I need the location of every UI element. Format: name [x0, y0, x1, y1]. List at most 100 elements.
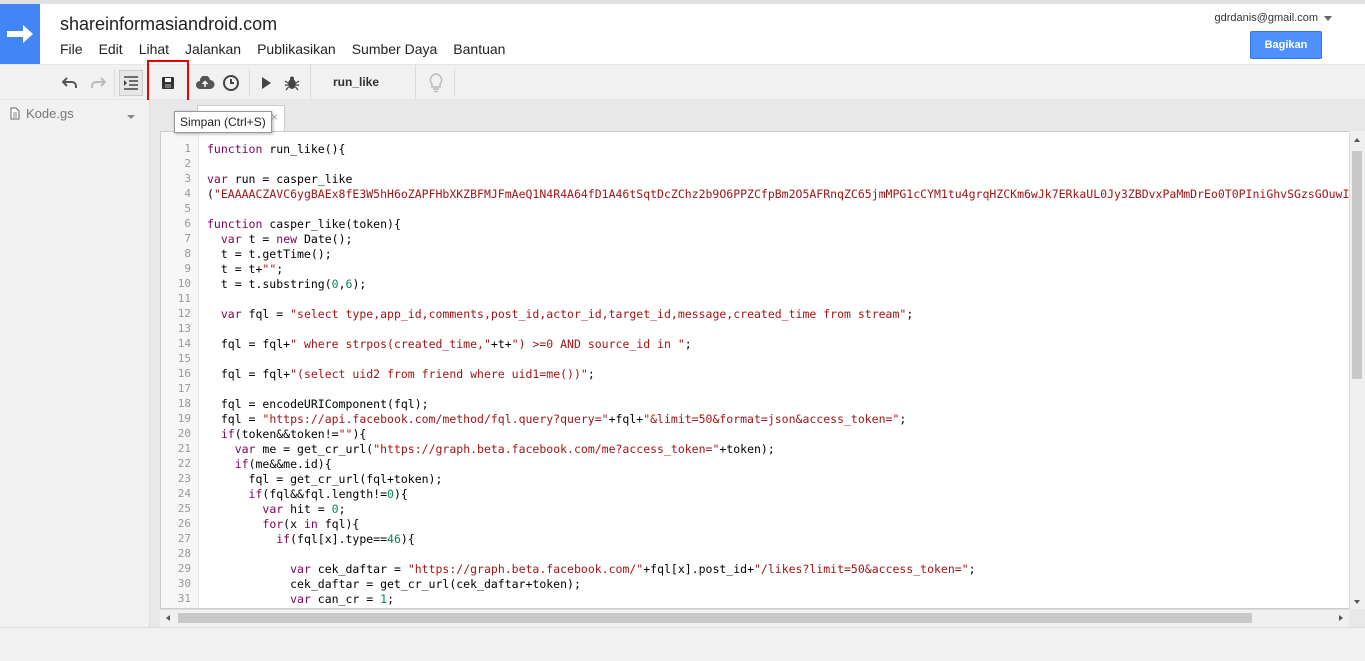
line-number: 22 — [177, 457, 191, 470]
menu-file[interactable]: File — [60, 41, 83, 57]
line-number: 6 — [184, 217, 191, 230]
code-line[interactable]: fql = fql+"(select uid2 from friend wher… — [207, 367, 1349, 382]
code-line[interactable]: function casper_like(token){ — [207, 217, 1349, 232]
debug-button[interactable] — [280, 70, 304, 96]
app-logo[interactable] — [0, 4, 40, 64]
line-number: 13 — [177, 322, 191, 335]
code-line[interactable]: ("EAAAACZAVC6ygBAEx8fE3W5hH6oZAPFHbXKZBF… — [207, 187, 1349, 202]
code-line[interactable]: t = t.getTime(); — [207, 247, 1349, 262]
line-number: 17 — [177, 382, 191, 395]
scroll-left-icon[interactable] — [163, 611, 173, 625]
code-editor[interactable]: 1 2 3 4 5 6 7 8 9 10 11 12 13 14 15 16 17 18 19 20 21 22 23 24 2… — [160, 131, 1365, 609]
menu-help[interactable]: Bantuan — [453, 41, 505, 57]
cloud-upload-icon — [196, 76, 215, 89]
scroll-up-icon[interactable] — [1350, 135, 1364, 145]
code-line[interactable]: var run = casper_like — [207, 172, 1349, 187]
triggers-button[interactable] — [219, 70, 243, 96]
code-line[interactable]: ​ — [207, 322, 1349, 337]
close-icon[interactable]: × — [271, 110, 278, 124]
toolbar-divider — [249, 69, 250, 97]
code-line[interactable]: t = t+""; — [207, 262, 1349, 277]
code-line[interactable]: ​ — [207, 547, 1349, 562]
line-number: 16 — [177, 367, 191, 380]
toolbar: run_like — [0, 64, 1365, 100]
horizontal-scrollbar[interactable] — [160, 609, 1349, 627]
code-line[interactable]: if(token&&token!=""){ — [207, 427, 1349, 442]
file-menu-chevron-icon[interactable] — [127, 115, 135, 119]
line-number: 26 — [177, 517, 191, 530]
project-title[interactable]: shareinformasiandroid.com — [60, 14, 277, 35]
chevron-down-icon — [1324, 15, 1332, 21]
menu-view[interactable]: Lihat — [139, 41, 169, 57]
code-line[interactable]: function run_like(){ — [207, 142, 1349, 157]
scroll-right-icon[interactable] — [1336, 611, 1346, 625]
code-line[interactable]: t = t.substring(0,6); — [207, 277, 1349, 292]
top-strip — [0, 0, 1365, 4]
indent-icon — [124, 76, 138, 90]
code-line[interactable]: ​ — [207, 382, 1349, 397]
code-line[interactable]: if(fql[x].type==46){ — [207, 532, 1349, 547]
vertical-scroll-thumb[interactable] — [1352, 151, 1362, 379]
undo-icon — [62, 77, 77, 88]
line-number: 10 — [177, 277, 191, 290]
arrow-right-icon — [7, 25, 33, 43]
code-line[interactable]: if(me&&me.id){ — [207, 457, 1349, 472]
line-number: 21 — [177, 442, 191, 455]
file-name: Kode.gs — [26, 106, 74, 121]
share-button[interactable]: Bagikan — [1250, 31, 1322, 59]
line-number: 20 — [177, 427, 191, 440]
undo-button[interactable] — [58, 70, 82, 96]
redo-button[interactable] — [86, 70, 110, 96]
line-number: 7 — [184, 232, 191, 245]
deploy-button[interactable] — [193, 70, 217, 96]
line-number: 2 — [184, 157, 191, 170]
code-line[interactable]: var me = get_cr_url("https://graph.beta.… — [207, 442, 1349, 457]
file-item[interactable]: Kode.gs — [10, 106, 74, 121]
code-line[interactable]: var fql = "select type,app_id,comments,p… — [207, 307, 1349, 322]
code-line[interactable]: ​ — [207, 292, 1349, 307]
line-number: 31 — [177, 592, 191, 605]
code-line[interactable]: ​ — [207, 202, 1349, 217]
function-select[interactable]: run_like — [310, 65, 416, 99]
code-line[interactable]: if(fql&&fql.length!=0){ — [207, 487, 1349, 502]
vertical-scrollbar[interactable] — [1349, 131, 1365, 609]
run-button[interactable] — [254, 70, 278, 96]
file-sidebar: Kode.gs — [0, 100, 150, 627]
menu-publish[interactable]: Publikasikan — [257, 41, 336, 57]
bug-icon — [284, 76, 300, 91]
code-line[interactable]: fql = "https://api.facebook.com/method/f… — [207, 412, 1349, 427]
save-button-highlight — [147, 60, 189, 102]
code-line[interactable]: fql = encodeURIComponent(fql); — [207, 397, 1349, 412]
code-line[interactable]: fql = get_cr_url(fql+token); — [207, 472, 1349, 487]
execution-hints-button[interactable] — [424, 70, 448, 96]
line-number: 28 — [177, 547, 191, 560]
line-number: 30 — [177, 577, 191, 590]
menu-edit[interactable]: Edit — [99, 41, 123, 57]
menu-resources[interactable]: Sumber Daya — [352, 41, 438, 57]
code-line[interactable]: var cek_daftar = "https://graph.beta.fac… — [207, 562, 1349, 577]
code-line[interactable]: for(x in fql){ — [207, 517, 1349, 532]
code-content[interactable]: function run_like(){​var run = casper_li… — [207, 142, 1349, 607]
line-number: 15 — [177, 352, 191, 365]
line-number: 25 — [177, 502, 191, 515]
scroll-down-icon[interactable] — [1350, 597, 1364, 607]
code-line[interactable]: var t = new Date(); — [207, 232, 1349, 247]
menu-run[interactable]: Jalankan — [185, 41, 241, 57]
line-number: 24 — [177, 487, 191, 500]
save-tooltip: Simpan (Ctrl+S) — [174, 111, 272, 133]
code-line[interactable]: var hit = 0; — [207, 502, 1349, 517]
toolbar-divider — [454, 69, 455, 97]
line-number: 29 — [177, 562, 191, 575]
account-menu[interactable]: gdrdanis@gmail.com — [1214, 12, 1332, 24]
indent-button[interactable] — [119, 70, 143, 96]
lightbulb-icon — [429, 73, 443, 93]
code-line[interactable]: var can_cr = 1; — [207, 592, 1349, 607]
code-line[interactable]: ​ — [207, 352, 1349, 367]
horizontal-scroll-thumb[interactable] — [178, 613, 1252, 623]
user-email: gdrdanis@gmail.com — [1214, 12, 1319, 24]
code-line[interactable]: ​ — [207, 157, 1349, 172]
line-number: 11 — [177, 292, 191, 305]
code-line[interactable]: fql = fql+" where strpos(created_time,"+… — [207, 337, 1349, 352]
line-number: 4 — [184, 187, 191, 200]
code-line[interactable]: cek_daftar = get_cr_url(cek_daftar+token… — [207, 577, 1349, 592]
